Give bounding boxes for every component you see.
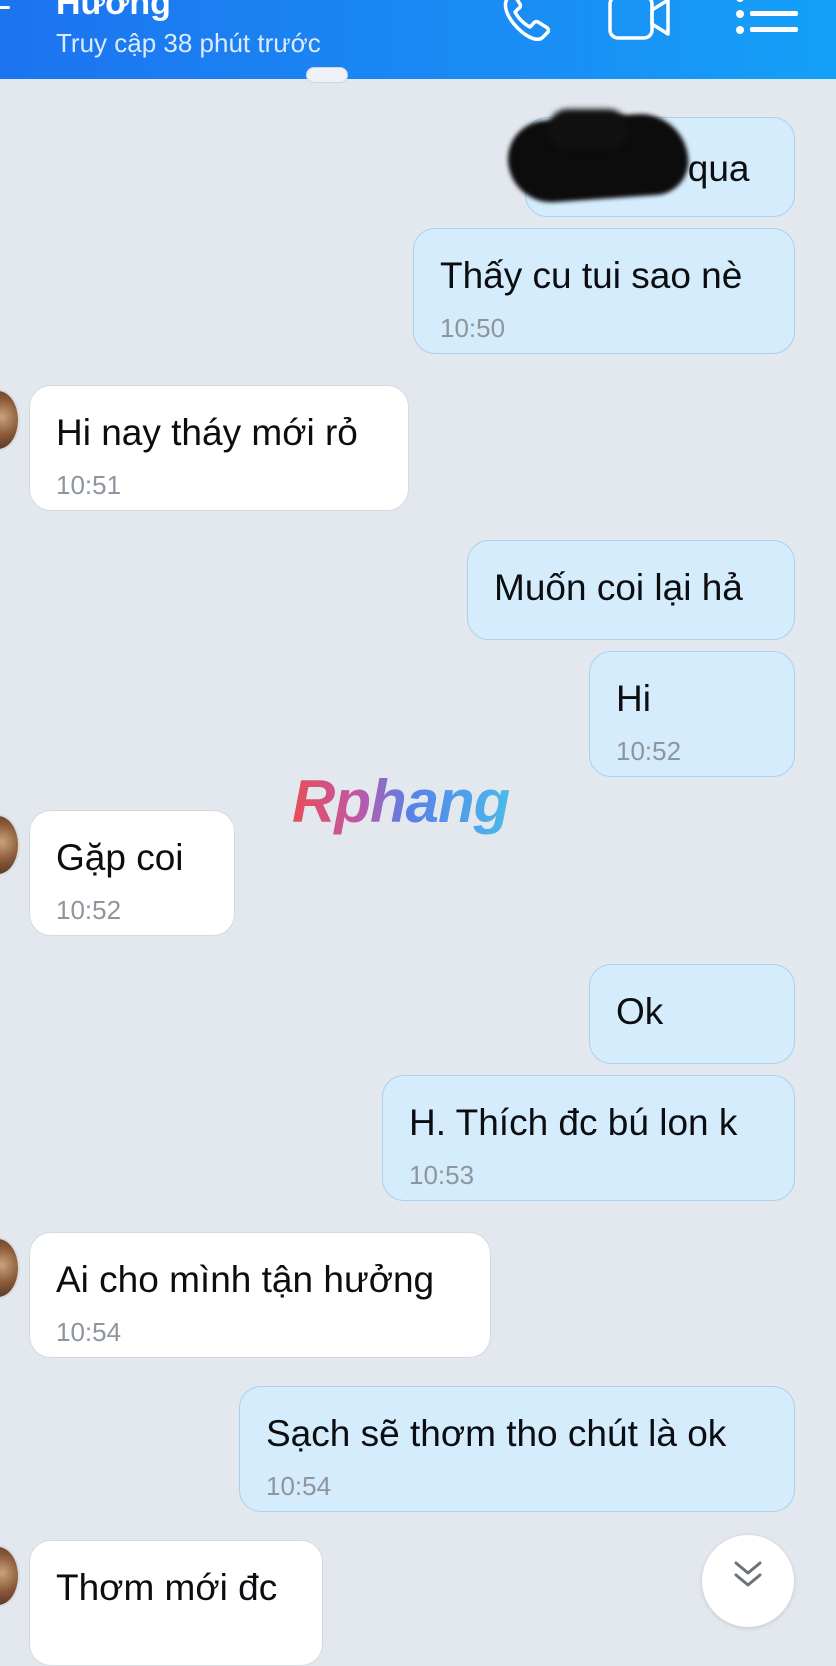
contact-avatar[interactable]	[0, 1237, 20, 1299]
phone-icon[interactable]	[494, 0, 566, 48]
message-time: 10:52	[616, 736, 682, 766]
message-bubble-received[interactable]: Gặp coi 10:52	[29, 810, 235, 936]
contact-avatar[interactable]	[0, 389, 20, 451]
message-bubble-sent[interactable]: Ok	[589, 964, 795, 1064]
message-time: 10:54	[266, 1471, 332, 1501]
list-menu-icon[interactable]	[734, 0, 804, 48]
redaction-mark	[548, 109, 628, 149]
message-time: 10:53	[409, 1160, 475, 1190]
date-divider	[306, 67, 348, 83]
message-time: 10:54	[56, 1317, 122, 1347]
chevron-double-down-icon	[734, 1561, 762, 1587]
message-bubble-received[interactable]: Thơm mới đc	[29, 1540, 323, 1666]
message-bubble-sent[interactable]: Muốn coi lại hả	[467, 540, 795, 640]
message-text: Muốn coi lại hả	[494, 567, 743, 608]
message-time: 10:51	[56, 470, 122, 500]
message-text: Gặp coi	[56, 837, 184, 878]
message-text: Ai cho mình tận hưởng	[56, 1259, 435, 1300]
message-list[interactable]: Bạn gọi qua Thấy cu tui sao nè 10:50 Hi …	[0, 67, 836, 1666]
last-seen-status: Truy cập 38 phút trước	[56, 28, 321, 58]
chat-header: Hương Truy cập 38 phút trước	[0, 0, 836, 79]
contact-avatar[interactable]	[0, 1545, 20, 1607]
message-text: Hi	[616, 678, 651, 719]
message-time: 10:50	[440, 313, 506, 343]
message-text: Thơm mới đc	[56, 1567, 278, 1608]
message-bubble-sent[interactable]: Sạch sẽ thơm tho chút là ok 10:54	[239, 1386, 795, 1512]
message-text: Hi nay tháy mới rỏ	[56, 412, 358, 453]
message-text: H. Thích đc bú lon k	[409, 1102, 738, 1143]
message-bubble-received[interactable]: Hi nay tháy mới rỏ 10:51	[29, 385, 409, 511]
scroll-to-bottom-button[interactable]	[702, 1535, 794, 1627]
back-arrow-icon[interactable]	[0, 0, 14, 14]
message-bubble-sent[interactable]: Hi 10:52	[589, 651, 795, 777]
video-call-icon[interactable]	[604, 0, 676, 48]
contact-name[interactable]: Hương	[56, 0, 171, 23]
message-bubble-sent[interactable]: H. Thích đc bú lon k 10:53	[382, 1075, 795, 1201]
message-time: 10:52	[56, 895, 122, 925]
contact-avatar[interactable]	[0, 814, 20, 876]
message-text: Ok	[616, 991, 664, 1032]
message-bubble-sent[interactable]: Thấy cu tui sao nè 10:50	[413, 228, 795, 354]
message-bubble-received[interactable]: Ai cho mình tận hưởng 10:54	[29, 1232, 491, 1358]
message-text: Sạch sẽ thơm tho chút là ok	[266, 1413, 727, 1454]
message-text: Thấy cu tui sao nè	[440, 255, 743, 296]
watermark-logo: Rphang	[292, 768, 510, 835]
